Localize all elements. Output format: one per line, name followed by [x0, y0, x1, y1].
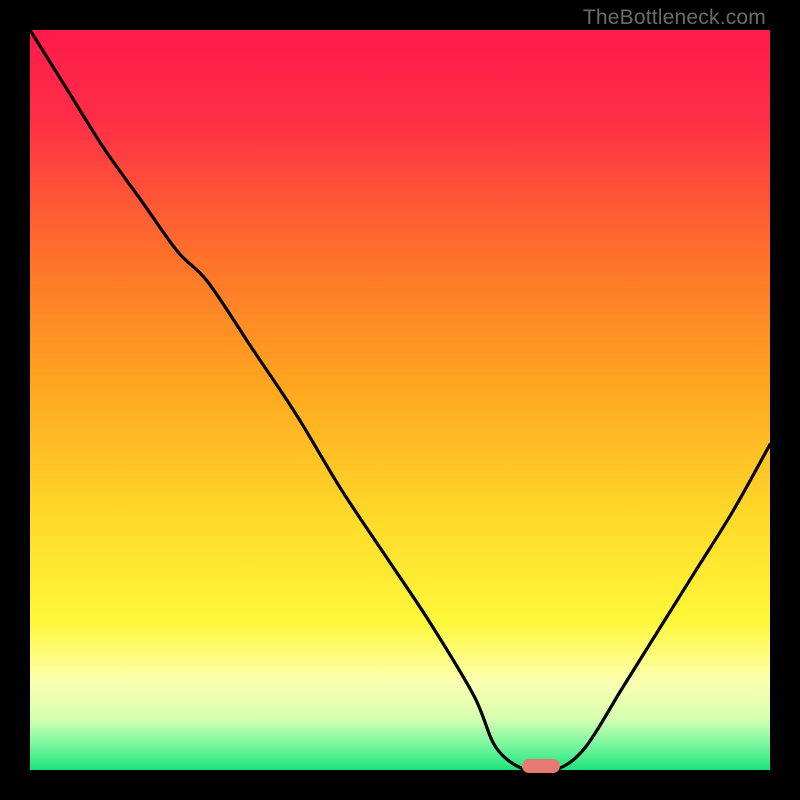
bottleneck-curve [30, 30, 770, 770]
watermark-label: TheBottleneck.com [583, 6, 766, 30]
chart-frame [30, 30, 770, 770]
optimal-marker [522, 759, 560, 773]
plot-area [30, 30, 770, 770]
